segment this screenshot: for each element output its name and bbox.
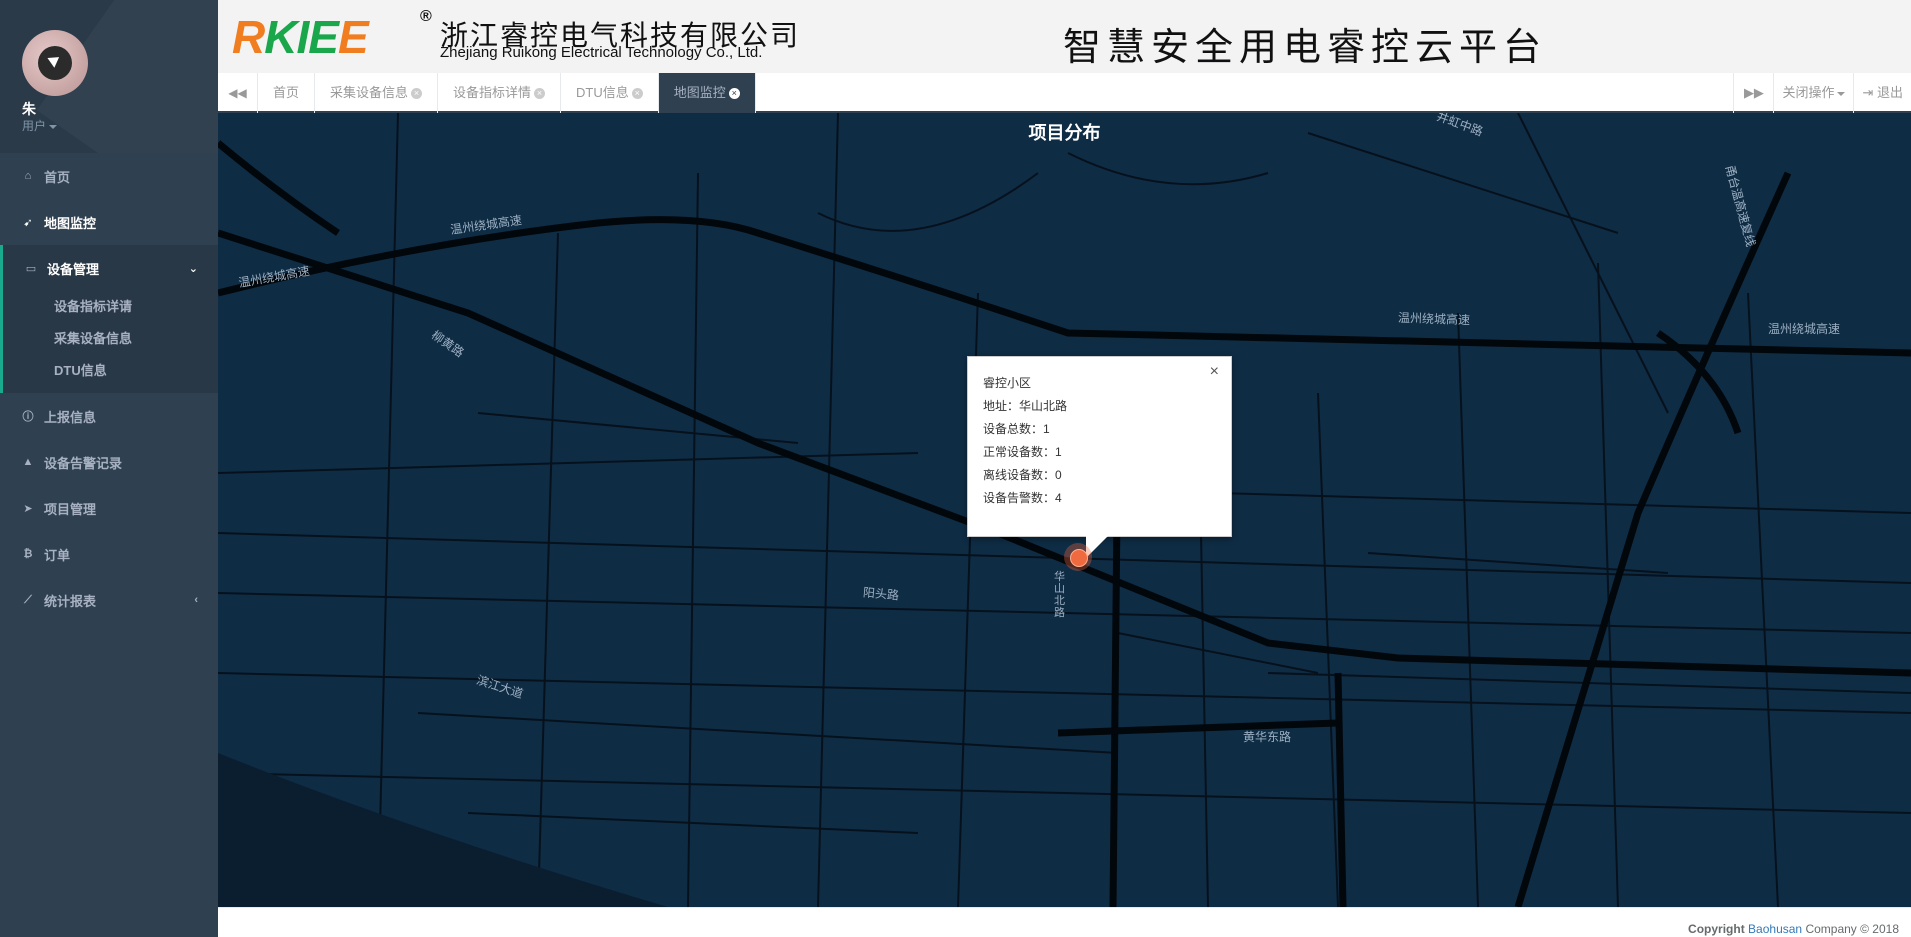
close-icon[interactable]: × xyxy=(631,88,643,100)
line-chart-icon: ⟋ xyxy=(24,593,32,606)
road-label: 黄华东路 xyxy=(1243,730,1292,744)
tab-collect-device[interactable]: 采集设备信息 × xyxy=(315,73,439,113)
sidebar-item-report-info[interactable]: ⓘ 上报信息 xyxy=(0,393,218,439)
logo-letter: E xyxy=(308,11,339,63)
platform-title: 智慧安全用电睿控云平台 xyxy=(1063,25,1548,69)
sidebar-item-orders[interactable]: ₿ 订单 xyxy=(0,531,218,577)
sidebar-item-label: 地图监控 xyxy=(44,215,97,231)
location-arrow-icon: ➤ xyxy=(23,502,33,515)
close-icon[interactable]: × xyxy=(728,88,740,100)
popup-device-total: 设备总数：1 xyxy=(983,422,1050,436)
caret-down-icon xyxy=(49,124,58,129)
sign-out-icon: ⇥ xyxy=(1862,85,1874,100)
tab-dtu[interactable]: DTU信息 × xyxy=(561,73,659,113)
sidebar-subitem-collect-device[interactable]: 采集设备信息 xyxy=(3,323,218,355)
logo-letter: I xyxy=(296,11,309,63)
warning-icon: ▲ xyxy=(22,456,34,468)
sidebar-subitem-dtu[interactable]: DTU信息 xyxy=(3,355,218,387)
sidebar-submenu: 设备指标详请 采集设备信息 DTU信息 xyxy=(3,291,218,393)
tab-map-monitor[interactable]: 地图监控 × xyxy=(658,73,756,113)
sidebar-item-label: 订单 xyxy=(44,547,71,563)
sidebar-item-label: 设备告警记录 xyxy=(44,455,123,471)
copyright-suffix: Company © 2018 xyxy=(1805,922,1899,936)
sidebar-group-device-mgmt: ▭ 设备管理 ⌄ 设备指标详请 采集设备信息 DTU信息 xyxy=(0,245,218,393)
tab-label: 首页 xyxy=(273,85,300,100)
bitcoin-icon: ₿ xyxy=(23,548,33,560)
map-title: 项目分布 xyxy=(1028,123,1101,143)
home-icon: ⌂ xyxy=(24,170,32,182)
desktop-icon: ▭ xyxy=(25,262,37,275)
tab-label: 采集设备信息 xyxy=(330,85,409,100)
project-info-popup: × 睿控小区 地址：华山北路 设备总数：1 正常设备数：1 离线设备数：0 设备… xyxy=(967,356,1232,558)
sidebar-item-label: 项目管理 xyxy=(44,501,97,517)
sidebar-item-alarm-records[interactable]: ▲ 设备告警记录 xyxy=(0,439,218,485)
tab-label: DTU信息 xyxy=(576,85,629,100)
company-name-en: Zhejiang Ruikong Electrical Technology C… xyxy=(440,44,763,61)
tab-device-indicator[interactable]: 设备指标详情 × xyxy=(438,73,562,113)
profile-role-dropdown[interactable]: 用户 xyxy=(22,117,58,134)
road-label: 华山北路 xyxy=(1054,571,1065,619)
sidebar-item-label: 统计报表 xyxy=(44,593,97,609)
tab-label: 地图监控 xyxy=(673,85,726,100)
profile-panel: 朱 用户 xyxy=(0,0,218,153)
logo-letter: E xyxy=(337,11,369,63)
sidebar-subitem-device-indicator[interactable]: 设备指标详请 xyxy=(3,291,218,323)
logout-button[interactable]: ⇥ 退出 xyxy=(1853,73,1911,113)
logout-label: 退出 xyxy=(1876,85,1903,100)
caret-down-icon xyxy=(1837,91,1846,96)
sidebar-nav: ⌂ 首页 ➹ 地图监控 ▭ 设备管理 ⌄ 设备指标详请 采集设备信息 DTU信息 ⓘ 上报… xyxy=(0,153,218,623)
tab-bar: ◀◀ 首页 采集设备信息 × 设备指标详情 × DTU信息 × 地图监控 × ▶▶ 关闭… xyxy=(218,73,1911,113)
tab-home[interactable]: 首页 xyxy=(258,73,316,113)
close-icon[interactable]: × xyxy=(534,88,546,100)
sidebar-item-map-monitor[interactable]: ➹ 地图监控 xyxy=(0,199,218,245)
close-operations-label: 关闭操作 xyxy=(1782,85,1835,100)
road-label: 温州绕城高速 xyxy=(1397,310,1471,328)
rocket-icon: ➹ xyxy=(23,216,33,229)
road-label: 温州绕城高速 xyxy=(1768,322,1841,336)
company-link[interactable]: Baohusan xyxy=(1748,922,1802,936)
sidebar-item-statistics[interactable]: ⟋ 统计报表 ‹ xyxy=(0,577,218,623)
sidebar-item-project-mgmt[interactable]: ➤ 项目管理 xyxy=(0,485,218,531)
chevron-down-icon: ⌄ xyxy=(188,262,198,275)
double-chevron-right-icon: ▶▶ xyxy=(1743,85,1764,100)
popup-offline-devices: 离线设备数：0 xyxy=(983,468,1062,482)
popup-normal-devices: 正常设备数：1 xyxy=(983,445,1062,459)
footer: Copyright Baohusan Company © 2018 xyxy=(218,907,1911,937)
tab-scroll-left-button[interactable]: ◀◀ xyxy=(218,73,258,113)
double-chevron-left-icon: ◀◀ xyxy=(228,86,247,100)
sidebar-item-label: 设备管理 xyxy=(47,261,100,277)
popup-project-name: 睿控小区 xyxy=(983,376,1032,390)
road-label: 阳头路 xyxy=(862,585,900,603)
close-icon[interactable]: × xyxy=(1210,363,1219,381)
sidebar-item-home[interactable]: ⌂ 首页 xyxy=(0,153,218,199)
sidebar-item-label: 首页 xyxy=(44,169,71,185)
copyright-text: Copyright Baohusan Company © 2018 xyxy=(1688,922,1899,936)
tab-label: 设备指标详情 xyxy=(453,85,532,100)
copyright-label: Copyright xyxy=(1688,922,1745,936)
profile-role-label: 用户 xyxy=(22,119,47,133)
popup-address: 地址：华山北路 xyxy=(983,399,1068,413)
tab-scroll-right-button[interactable]: ▶▶ xyxy=(1733,73,1773,113)
sidebar-item-label: 上报信息 xyxy=(44,409,97,425)
close-operations-dropdown[interactable]: 关闭操作 xyxy=(1773,73,1853,113)
logo-letter: K xyxy=(264,11,297,63)
profile-name: 朱 xyxy=(22,101,36,117)
brand-logo: RKIEE xyxy=(232,11,369,63)
avatar[interactable] xyxy=(22,30,88,96)
popup-alarm-devices: 设备告警数：4 xyxy=(983,491,1062,505)
close-icon[interactable]: × xyxy=(411,88,423,100)
tab-actions: ▶▶ 关闭操作 ⇥ 退出 xyxy=(1733,73,1911,113)
project-marker-icon[interactable] xyxy=(1064,543,1092,571)
avatar-icon xyxy=(38,46,72,80)
sidebar: 朱 用户 ⌂ 首页 ➹ 地图监控 ▭ 设备管理 ⌄ 设备指标详请 采集设备信息 DTU信… xyxy=(0,0,218,937)
chevron-left-icon: ‹ xyxy=(194,594,198,606)
registered-mark: ® xyxy=(420,8,432,25)
header: RKIEE ® 浙江睿控电气科技有限公司 Zhejiang Ruikong El… xyxy=(218,0,1911,73)
map-view[interactable]: 项目分布 温州绕城高速 温州绕城高速 温州绕城高速 温州绕城高速 柳黄路 井虹中… xyxy=(218,113,1911,907)
sidebar-item-device-mgmt[interactable]: ▭ 设备管理 ⌄ xyxy=(3,245,218,291)
logo-letter: R xyxy=(232,11,265,63)
info-icon: ⓘ xyxy=(22,411,34,423)
